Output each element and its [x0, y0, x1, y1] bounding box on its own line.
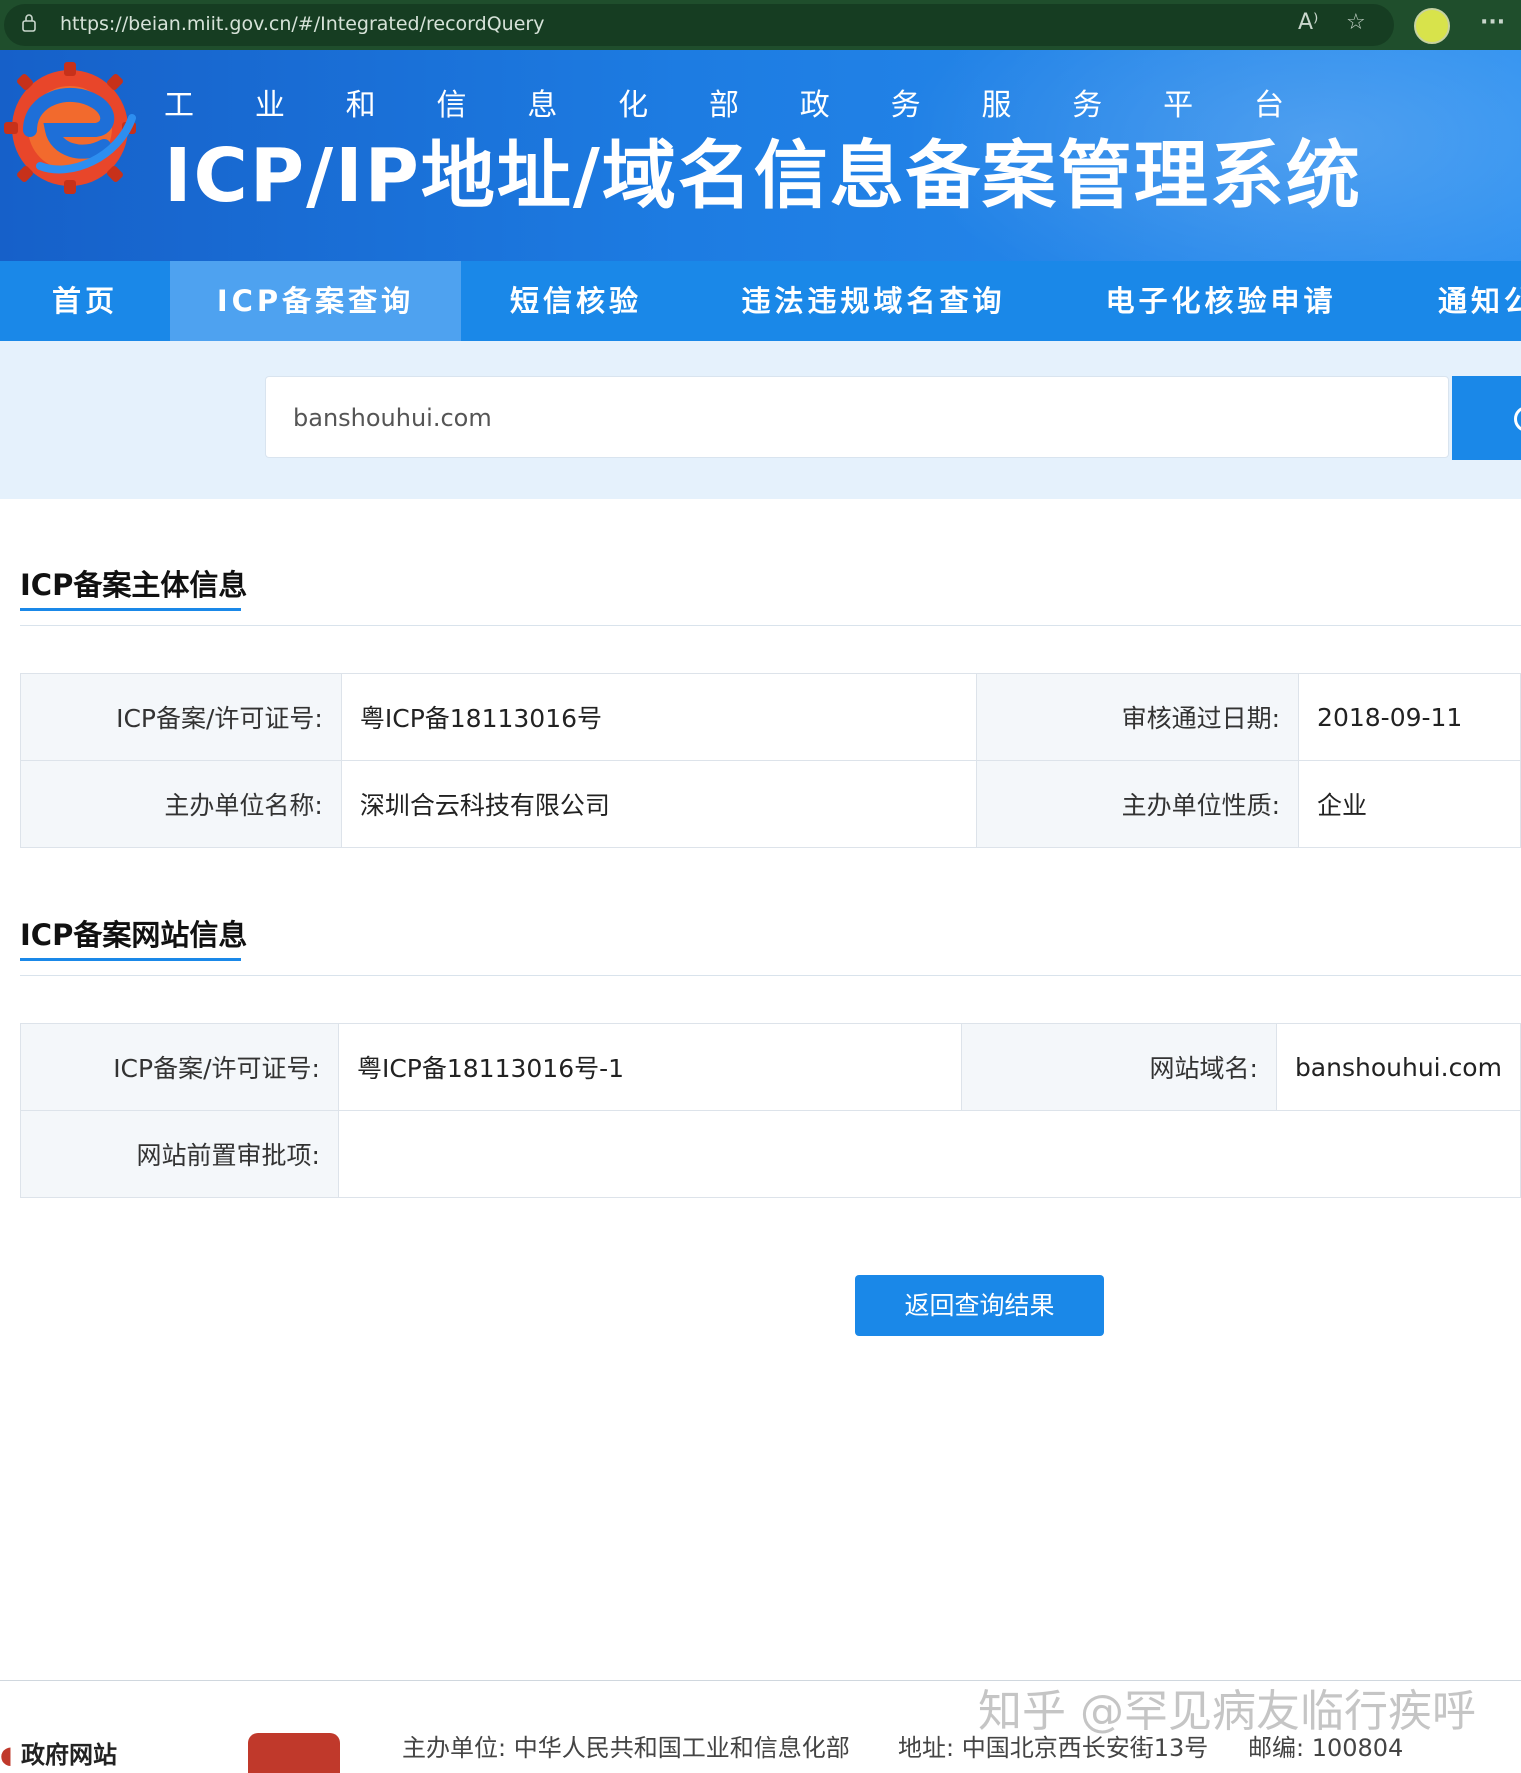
- nav-home[interactable]: 首页: [0, 261, 170, 341]
- website-section-title: ICP备案网站信息: [20, 918, 248, 952]
- gov-site-icon: ◖: [0, 1741, 13, 1769]
- gov-site-link[interactable]: ◖ 政府网站: [0, 1735, 117, 1770]
- more-menu-icon[interactable]: ···: [1480, 10, 1505, 35]
- icp-license-value: 粤ICP备18113016号: [340, 673, 978, 761]
- site-domain-label: 网站域名:: [960, 1023, 1277, 1111]
- main-nav: 首页 ICP备案查询 短信核验 违法违规域名查询 电子化核验申请 通知公: [0, 261, 1521, 341]
- table-row: 主办单位名称: 深圳合云科技有限公司 主办单位性质: 企业: [20, 760, 1521, 848]
- pre-approval-label: 网站前置审批项:: [20, 1110, 339, 1198]
- organizer-name-value: 深圳合云科技有限公司: [340, 760, 978, 848]
- table-row: ICP备案/许可证号: 粤ICP备18113016号-1 网站域名: bansh…: [20, 1023, 1521, 1111]
- website-info-table: ICP备案/许可证号: 粤ICP备18113016号-1 网站域名: bansh…: [20, 1023, 1521, 1198]
- search-input[interactable]: banshouhui.com: [265, 376, 1449, 458]
- site-domain-value: banshouhui.com: [1275, 1023, 1521, 1111]
- section-underline: [20, 608, 241, 611]
- section-underline: [20, 958, 241, 961]
- approval-date-label: 审核通过日期:: [976, 673, 1300, 761]
- search-button[interactable]: [1452, 376, 1521, 460]
- nav-illegal-domain-query[interactable]: 违法违规域名查询: [691, 261, 1056, 341]
- search-icon: [1514, 406, 1521, 432]
- nav-notice[interactable]: 通知公: [1438, 261, 1521, 341]
- profile-avatar[interactable]: [1414, 8, 1450, 44]
- nav-sms-verify[interactable]: 短信核验: [461, 261, 691, 341]
- site-license-value: 粤ICP备18113016号-1: [337, 1023, 962, 1111]
- browser-address-bar: https://beian.miit.gov.cn/#/Integrated/r…: [0, 0, 1521, 50]
- footer-address: 地址: 中国北京西长安街13号: [898, 1734, 1209, 1762]
- table-row: 网站前置审批项:: [20, 1110, 1521, 1198]
- section-divider: [20, 625, 1521, 626]
- section-divider: [20, 975, 1521, 976]
- nav-icp-query[interactable]: ICP备案查询: [170, 261, 461, 341]
- table-row: ICP备案/许可证号: 粤ICP备18113016号 审核通过日期: 2018-…: [20, 673, 1521, 761]
- party-emblem-icon[interactable]: [248, 1733, 340, 1773]
- organizer-name-label: 主办单位名称:: [20, 760, 342, 848]
- nav-electronic-verify[interactable]: 电子化核验申请: [1056, 261, 1386, 341]
- lock-icon: [22, 14, 36, 32]
- favorite-icon[interactable]: ☆: [1346, 10, 1366, 35]
- site-license-label: ICP备案/许可证号:: [20, 1023, 339, 1111]
- back-to-results-button[interactable]: 返回查询结果: [855, 1275, 1104, 1336]
- read-aloud-icon[interactable]: A⁾: [1298, 10, 1318, 35]
- gov-site-label: 政府网站: [21, 1741, 118, 1769]
- organizer-type-value: 企业: [1298, 760, 1521, 848]
- pre-approval-value: [337, 1110, 1521, 1198]
- subject-section-title: ICP备案主体信息: [20, 568, 248, 602]
- site-banner: 工 业 和 信 息 化 部 政 务 服 务 平 台 ICP/IP地址/域名信息备…: [0, 50, 1521, 261]
- icp-license-label: ICP备案/许可证号:: [20, 673, 342, 761]
- url-text[interactable]: https://beian.miit.gov.cn/#/Integrated/r…: [60, 13, 544, 35]
- footer-postcode: 邮编: 100804: [1248, 1734, 1404, 1762]
- miit-logo-icon: [4, 62, 136, 194]
- approval-date-value: 2018-09-11: [1298, 673, 1521, 761]
- subject-info-table: ICP备案/许可证号: 粤ICP备18113016号 审核通过日期: 2018-…: [20, 673, 1521, 848]
- organizer-type-label: 主办单位性质:: [976, 760, 1300, 848]
- system-title: ICP/IP地址/域名信息备案管理系统: [164, 133, 1362, 219]
- footer-sponsor: 主办单位: 中华人民共和国工业和信息化部: [402, 1734, 850, 1762]
